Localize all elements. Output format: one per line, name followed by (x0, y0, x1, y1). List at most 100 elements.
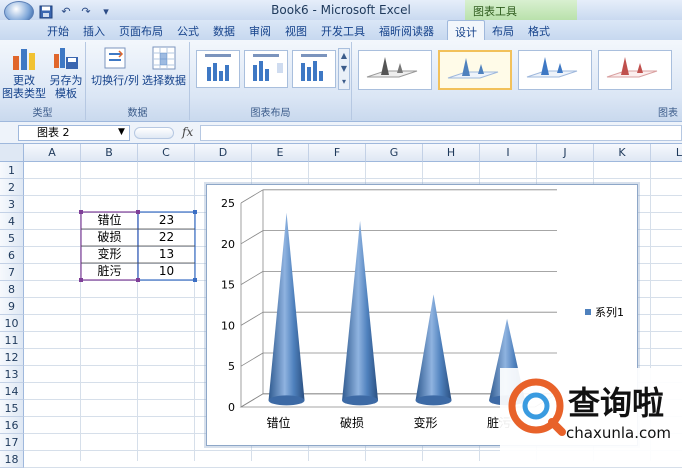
row-header-3[interactable]: 3 (0, 196, 24, 213)
select-data-icon (150, 44, 178, 72)
formula-input[interactable] (200, 125, 682, 141)
y-tick-label: 0 (228, 401, 235, 414)
save-template-icon (52, 44, 80, 72)
row-header-12[interactable]: 12 (0, 349, 24, 366)
row-header-1[interactable]: 1 (0, 162, 24, 179)
y-tick-label: 15 (221, 279, 235, 292)
cone-bar-1 (268, 212, 305, 401)
switch-row-column-button[interactable]: 切换行/列 (90, 44, 140, 87)
x-tick-label: 变形 (414, 415, 438, 430)
change-chart-type-icon (10, 44, 38, 72)
row-header-2[interactable]: 2 (0, 179, 24, 196)
ribbon-tabs: 开始 插入 页面布局 公式 数据 审阅 视图 开发工具 福昕阅读器 设计 布局 … (0, 20, 682, 40)
column-header-d[interactable]: D (195, 144, 252, 162)
watermark-brand: 查询啦 (568, 384, 665, 422)
watermark-url: chaxunla.com (566, 424, 671, 442)
x-tick-label: 错位 (267, 415, 291, 430)
column-header-f[interactable]: F (309, 144, 366, 162)
row-header-8[interactable]: 8 (0, 281, 24, 298)
chart-layout-option-1[interactable] (196, 50, 240, 88)
chart-style-option-3[interactable] (518, 50, 592, 90)
y-tick-label: 5 (228, 360, 235, 373)
gridline-depth (240, 189, 264, 204)
column-header-i[interactable]: I (480, 144, 537, 162)
group-chart-styles: 图表 (352, 42, 682, 120)
column-header-a[interactable]: A (24, 144, 81, 162)
chart-style-option-4[interactable] (598, 50, 672, 90)
row-header-9[interactable]: 9 (0, 298, 24, 315)
formula-bar-divider-handle[interactable] (134, 127, 174, 139)
watermark: 查询啦 chaxunla.com (500, 368, 682, 461)
tab-design[interactable]: 设计 (447, 20, 485, 40)
switch-row-column-icon (101, 44, 129, 72)
group-label-type: 类型 (32, 108, 53, 119)
column-header-c[interactable]: C (138, 144, 195, 162)
select-all-corner[interactable] (0, 144, 24, 162)
row-header-13[interactable]: 13 (0, 366, 24, 383)
row-header-10[interactable]: 10 (0, 315, 24, 332)
tab-foxit-reader[interactable]: 福昕阅读器 (372, 20, 441, 40)
chart-tools-context-label: 图表工具 (465, 0, 577, 20)
chart-style-option-2[interactable] (438, 50, 512, 90)
row-header-16[interactable]: 16 (0, 417, 24, 434)
tab-layout[interactable]: 布局 (485, 20, 521, 40)
tab-developer[interactable]: 开发工具 (314, 20, 372, 40)
save-as-template-button[interactable]: 另存为 模板 (46, 44, 86, 100)
column-header-l[interactable]: L (651, 144, 682, 162)
row-header-7[interactable]: 7 (0, 264, 24, 281)
grid-row-line (24, 178, 682, 179)
row-header-4[interactable]: 4 (0, 213, 24, 230)
chart-layout-scroll-button[interactable]: ▲ ▼ ▾ (338, 48, 350, 90)
row-header-18[interactable]: 18 (0, 451, 24, 468)
y-tick-label: 25 (221, 197, 235, 210)
column-header-j[interactable]: J (537, 144, 594, 162)
column-header-h[interactable]: H (423, 144, 480, 162)
tab-data[interactable]: 数据 (206, 20, 242, 40)
chart-layout-option-3[interactable] (292, 50, 336, 88)
title-bar: ↶ ↷ ▾ Book6 - Microsoft Excel 图表工具 (0, 0, 682, 23)
x-tick-label: 破损 (340, 415, 364, 430)
name-box[interactable]: 图表 2 (18, 125, 130, 141)
insert-function-button[interactable]: fx (182, 125, 193, 139)
formula-bar: 图表 2 ▼ fx (0, 122, 682, 144)
group-label-data: 数据 (127, 108, 148, 119)
select-data-button[interactable]: 选择数据 (140, 44, 188, 87)
name-box-dropdown-icon[interactable]: ▼ (118, 127, 125, 137)
row-header-11[interactable]: 11 (0, 332, 24, 349)
legend-label: 系列1 (595, 305, 624, 319)
change-chart-type-button[interactable]: 更改 图表类型 (2, 44, 46, 100)
group-label-chart-layout: 图表布局 (250, 108, 291, 119)
chart-layout-option-2[interactable] (244, 50, 288, 88)
tab-review[interactable]: 审阅 (242, 20, 278, 40)
cone-base-1 (268, 395, 305, 406)
cone-bar-3 (415, 294, 452, 401)
tab-format[interactable]: 格式 (521, 20, 557, 40)
tab-home[interactable]: 开始 (40, 20, 76, 40)
column-header-b[interactable]: B (81, 144, 138, 162)
tab-formulas[interactable]: 公式 (170, 20, 206, 40)
ribbon: 更改 图表类型 另存为 模板 类型 切换行/列 选择数据 数据 ▲ ▼ ▾ 图表… (0, 40, 682, 122)
gridline-depth (240, 230, 264, 245)
y-tick-label: 20 (221, 238, 235, 251)
group-label-chart-styles: 图表 (658, 108, 678, 119)
row-header-5[interactable]: 5 (0, 230, 24, 247)
chart-style-option-1[interactable] (358, 50, 432, 90)
row-header-17[interactable]: 17 (0, 434, 24, 451)
gridline-depth (240, 311, 264, 326)
tab-page-layout[interactable]: 页面布局 (112, 20, 170, 40)
column-header-k[interactable]: K (594, 144, 651, 162)
row-header-15[interactable]: 15 (0, 400, 24, 417)
row-header-14[interactable]: 14 (0, 383, 24, 400)
data-range-highlight (79, 210, 197, 282)
cone-base-2 (342, 395, 379, 406)
row-header-6[interactable]: 6 (0, 247, 24, 264)
column-header-e[interactable]: E (252, 144, 309, 162)
cone-base-3 (415, 395, 452, 406)
column-header-g[interactable]: G (366, 144, 423, 162)
tab-insert[interactable]: 插入 (76, 20, 112, 40)
tab-view[interactable]: 视图 (278, 20, 314, 40)
cone-bar-2 (342, 220, 379, 401)
gridline-depth (240, 352, 264, 367)
window-title: Book6 - Microsoft Excel (271, 3, 411, 17)
group-chart-layout: ▲ ▼ ▾ 图表布局 (190, 42, 352, 120)
